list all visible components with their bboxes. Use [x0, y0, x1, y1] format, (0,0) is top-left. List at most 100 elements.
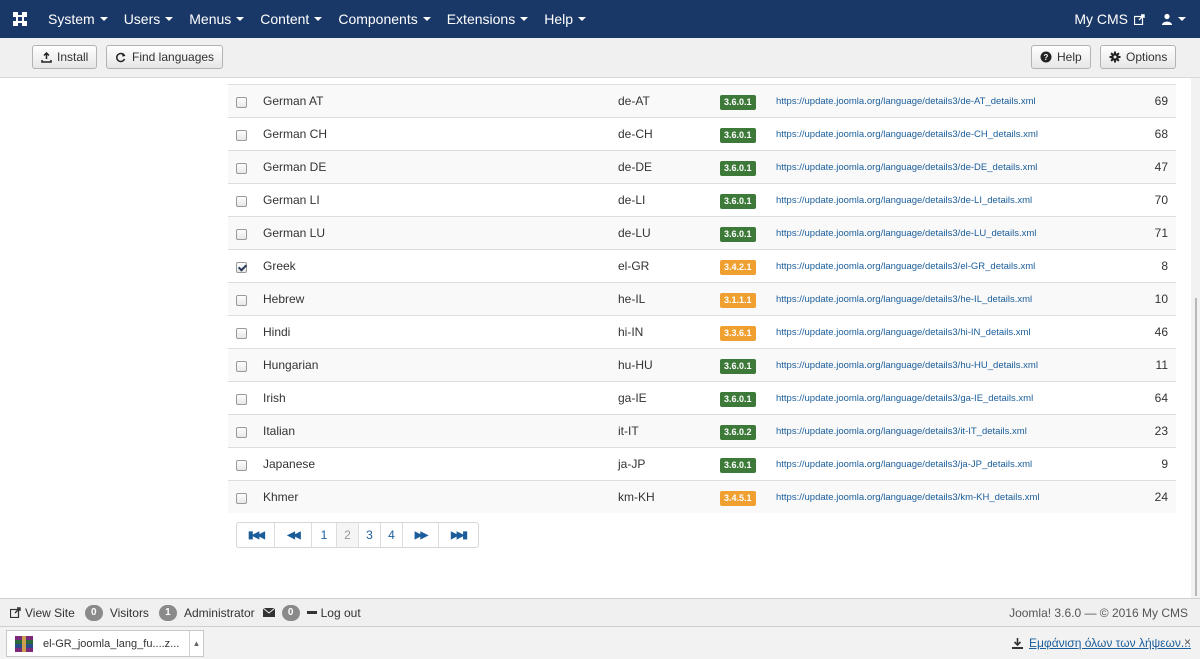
help-button[interactable]: ? Help	[1031, 45, 1091, 69]
table-row[interactable]: German LI de-LI 3.6.0.1 https://update.joom…	[228, 183, 1176, 216]
gear-icon	[1109, 51, 1121, 63]
details-url-link[interactable]: https://update.joomla.org/language/detai…	[776, 228, 1036, 239]
row-checkbox[interactable]	[236, 163, 247, 174]
language-tag: el-GR	[618, 259, 650, 273]
table-row[interactable]: Italian it-IT 3.6.0.2 https://update.joomla…	[228, 414, 1176, 447]
row-checkbox[interactable]	[236, 262, 247, 273]
details-url-link[interactable]: https://update.joomla.org/language/detai…	[776, 195, 1032, 206]
menu-menus[interactable]: Menus	[181, 0, 252, 38]
row-checkbox[interactable]	[236, 295, 247, 306]
options-button[interactable]: Options	[1100, 45, 1177, 69]
install-label: Install	[57, 50, 89, 64]
caret-down-icon	[236, 17, 245, 21]
page-link-4[interactable]: 4	[380, 523, 402, 547]
view-site-link[interactable]: View Site	[25, 606, 75, 620]
menu-system[interactable]: System	[40, 0, 116, 38]
status-bar: View Site 0 Visitors 1 Administrator 0 L…	[0, 598, 1200, 626]
details-url-link[interactable]: https://update.joomla.org/language/detai…	[776, 327, 1031, 338]
logout-link[interactable]: Log out	[321, 606, 361, 620]
details-url-link[interactable]: https://update.joomla.org/language/detai…	[776, 492, 1040, 503]
row-checkbox[interactable]	[236, 229, 247, 240]
language-tag: de-LU	[618, 226, 651, 240]
language-name: German DE	[263, 160, 327, 174]
language-tag: de-LI	[618, 193, 646, 207]
version-badge: 3.6.0.1	[720, 227, 756, 242]
language-tag: de-AT	[618, 94, 650, 108]
row-checkbox[interactable]	[236, 460, 247, 471]
download-bar: el-GR_joomla_lang_fu....z... ▲ Εμφάνιση …	[0, 626, 1200, 659]
table-row[interactable]: Hebrew he-IL 3.1.1.1 https://update.joomla.…	[228, 282, 1176, 315]
download-item[interactable]: el-GR_joomla_lang_fu....z... ▲	[6, 630, 204, 657]
admin-count-badge: 1	[158, 604, 177, 621]
navbar-right: My CMS	[1064, 0, 1200, 38]
table-row[interactable]: German LU de-LU 3.6.0.1 https://update.joom…	[228, 216, 1176, 249]
language-name: Greek	[263, 259, 296, 273]
language-name: German LI	[263, 193, 320, 207]
help-label: Help	[1057, 50, 1082, 64]
details-url-link[interactable]: https://update.joomla.org/language/detai…	[776, 360, 1038, 371]
scrollbar-thumb[interactable]	[1195, 298, 1197, 596]
svg-text:?: ?	[1044, 53, 1049, 62]
row-checkbox[interactable]	[236, 196, 247, 207]
menu-components[interactable]: Components	[330, 0, 438, 38]
menu-help[interactable]: Help	[536, 0, 594, 38]
row-checkbox[interactable]	[236, 394, 247, 405]
details-url-link[interactable]: https://update.joomla.org/language/detai…	[776, 96, 1036, 107]
details-url-link[interactable]: https://update.joomla.org/language/detai…	[776, 261, 1035, 272]
menu-content[interactable]: Content	[252, 0, 330, 38]
last-page-icon[interactable]: ▶▶▮	[438, 523, 478, 547]
row-checkbox[interactable]	[236, 493, 247, 504]
install-button[interactable]: Install	[32, 45, 98, 69]
chevron-down-icon[interactable]: ▲	[189, 631, 203, 656]
toolbar: Install Find languages ? Help Options	[0, 38, 1200, 78]
details-url-link[interactable]: https://update.joomla.org/language/detai…	[776, 294, 1032, 305]
table-row[interactable]: Irish ga-IE 3.6.0.1 https://update.joomla.o…	[228, 381, 1176, 414]
details-url-link[interactable]: https://update.joomla.org/language/detai…	[776, 459, 1032, 470]
menu-help-label: Help	[544, 11, 573, 27]
table-row[interactable]: German AT de-AT 3.6.0.1 https://update.joom…	[228, 84, 1176, 117]
table-row[interactable]: German CH de-CH 3.6.0.1 https://update.joom…	[228, 117, 1176, 150]
table-row[interactable]: Hungarian hu-HU 3.6.0.1 https://update.joom…	[228, 348, 1176, 381]
visitors-label: Visitors	[109, 605, 149, 620]
row-checkbox[interactable]	[236, 130, 247, 141]
find-languages-button[interactable]: Find languages	[106, 45, 224, 69]
language-id: 23	[1154, 424, 1168, 438]
site-link[interactable]: My CMS	[1064, 11, 1155, 27]
menu-extensions[interactable]: Extensions	[439, 0, 536, 38]
administrator-label: Administrator	[183, 605, 255, 620]
table-row[interactable]: Greek el-GR 3.4.2.1 https://update.joomla.o…	[228, 249, 1176, 282]
table-row[interactable]: German DE de-DE 3.6.0.1 https://update.joom…	[228, 150, 1176, 183]
user-menu[interactable]	[1155, 13, 1200, 25]
messages-count-badge: 0	[281, 604, 300, 621]
envelope-icon[interactable]	[262, 608, 275, 617]
menu-users[interactable]: Users	[116, 0, 182, 38]
site-link-label: My CMS	[1074, 11, 1128, 27]
page-link-3[interactable]: 3	[358, 523, 380, 547]
table-row[interactable]: Khmer km-KH 3.4.5.1 https://update.joomla.o…	[228, 480, 1176, 513]
language-id: 24	[1154, 490, 1168, 504]
row-checkbox[interactable]	[236, 361, 247, 372]
language-name: German LU	[263, 226, 326, 240]
page-link-1[interactable]: 1	[311, 523, 336, 547]
row-checkbox[interactable]	[236, 97, 247, 108]
options-label: Options	[1126, 50, 1168, 64]
close-icon[interactable]: ×	[1184, 635, 1191, 649]
language-tag: he-IL	[618, 292, 646, 306]
table-row[interactable]: Japanese ja-JP 3.6.0.1 https://update.jooml…	[228, 447, 1176, 480]
details-url-link[interactable]: https://update.joomla.org/language/detai…	[776, 393, 1033, 404]
show-all-downloads-link[interactable]: Εμφάνιση όλων των λήψεων...	[1012, 636, 1191, 650]
download-file-name: el-GR_joomla_lang_fu....z...	[43, 637, 180, 650]
details-url-link[interactable]: https://update.joomla.org/language/detai…	[776, 426, 1027, 437]
next-page-icon[interactable]: ▶▶	[402, 523, 438, 547]
row-checkbox[interactable]	[236, 328, 247, 339]
previous-page-icon[interactable]: ◀◀	[274, 523, 311, 547]
first-page-icon[interactable]: ▮◀◀	[237, 523, 274, 547]
version-badge: 3.6.0.1	[720, 392, 756, 407]
joomla-logo-icon[interactable]	[0, 0, 40, 38]
details-url-link[interactable]: https://update.joomla.org/language/detai…	[776, 129, 1038, 140]
table-row[interactable]: Hindi hi-IN 3.3.6.1 https://update.joomla.o…	[228, 315, 1176, 348]
row-checkbox[interactable]	[236, 427, 247, 438]
version-badge: 3.6.0.1	[720, 359, 756, 374]
details-url-link[interactable]: https://update.joomla.org/language/detai…	[776, 162, 1037, 173]
version-badge: 3.4.5.1	[720, 491, 756, 506]
